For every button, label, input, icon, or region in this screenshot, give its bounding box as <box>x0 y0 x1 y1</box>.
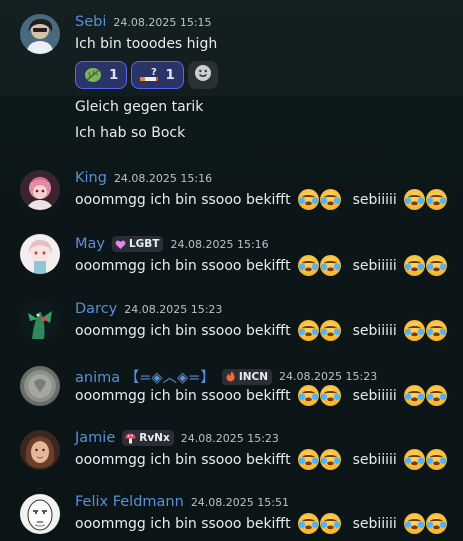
loudly-crying-face-icon <box>403 513 425 534</box>
loudly-crying-face-icon <box>425 385 447 406</box>
message-sebi[interactable]: Sebi 24.08.2025 15:15 Ich bin tooodes hi… <box>0 0 463 96</box>
guild-tag[interactable]: RvNx <box>122 430 174 446</box>
loudly-crying-face-icon <box>319 189 341 210</box>
avatar-may[interactable] <box>20 234 60 274</box>
loudly-crying-face-icon <box>319 513 341 534</box>
username[interactable]: King <box>75 170 107 186</box>
loudly-crying-face-icon <box>425 320 447 341</box>
message-king[interactable]: King 24.08.2025 15:16 ooommgg ich bin ss… <box>0 168 463 218</box>
loudly-crying-face-icon <box>297 189 319 210</box>
loudly-crying-face-icon <box>403 449 425 470</box>
message-may[interactable]: May LGBT 24.08.2025 15:16 ooommgg ich bi… <box>0 234 463 284</box>
username[interactable]: Felix Feldmann <box>75 494 184 510</box>
message-sebi-cont-2[interactable]: Ich hab so Bock <box>0 122 463 146</box>
message-text: Gleich gegen tarik <box>75 99 204 115</box>
loudly-crying-face-icon <box>425 189 447 210</box>
message-sebi-cont-1[interactable]: Gleich gegen tarik <box>0 96 463 120</box>
message-felix[interactable]: Felix Feldmann 24.08.2025 15:51 ooommgg … <box>0 491 463 541</box>
message-text-part: sebiiiii <box>352 257 397 274</box>
avatar-anima[interactable] <box>20 366 60 406</box>
message-text: Ich hab so Bock <box>75 125 186 141</box>
flame-icon <box>225 371 236 382</box>
loudly-crying-face-icon <box>297 449 319 470</box>
message-text: ooommgg ich bin ssooo bekifft sebiiiii <box>75 255 447 276</box>
loudly-crying-face-icon <box>319 449 341 470</box>
reaction-count: 1 <box>165 67 175 83</box>
loudly-crying-face-icon <box>297 255 319 276</box>
timestamp: 24.08.2025 15:23 <box>180 431 279 445</box>
loudly-crying-face-icon <box>425 255 447 276</box>
avatar-jamie[interactable] <box>20 430 60 470</box>
loudly-crying-face-icon <box>319 320 341 341</box>
timestamp: 24.08.2025 15:23 <box>124 302 223 316</box>
loudly-crying-face-icon <box>319 385 341 406</box>
message-text-part: sebiiiii <box>352 191 397 208</box>
timestamp: 24.08.2025 15:16 <box>113 171 213 185</box>
message-text: ooommgg ich bin ssooo bekifft sebiiiii <box>75 189 447 210</box>
avatar-darcy[interactable] <box>20 301 60 341</box>
message-text: ooommgg ich bin ssooo bekifft sebiiiii <box>75 449 447 470</box>
loudly-crying-face-icon <box>425 449 447 470</box>
guild-tag[interactable]: INCN <box>221 368 273 385</box>
timestamp: 24.08.2025 15:23 <box>279 370 378 383</box>
message-text: Ich bin tooodes high <box>75 36 218 52</box>
loudly-crying-face-icon <box>297 385 319 406</box>
timestamp: 24.08.2025 15:16 <box>170 237 269 251</box>
timestamp: 24.08.2025 15:15 <box>113 15 212 29</box>
cigarette-question-icon: ? <box>139 66 159 84</box>
message-text-part: sebiiiii <box>352 322 397 339</box>
message-text: ooommgg ich bin ssooo bekifft sebiiiii <box>75 320 447 341</box>
message-text-part: ooommgg ich bin ssooo bekifft <box>75 322 291 339</box>
message-text-part: sebiiiii <box>352 451 397 468</box>
username[interactable]: anima 【=◈︿◈=】 <box>75 366 215 387</box>
add-reaction-button[interactable] <box>187 61 218 89</box>
reaction-herb[interactable]: 1 <box>75 61 128 89</box>
loudly-crying-face-icon <box>425 513 447 534</box>
loudly-crying-face-icon <box>297 320 319 341</box>
username[interactable]: Darcy <box>75 301 117 317</box>
message-darcy[interactable]: Darcy 24.08.2025 15:23 ooommgg ich bin s… <box>0 299 463 349</box>
username[interactable]: Jamie <box>75 430 115 446</box>
message-jamie[interactable]: Jamie RvNx 24.08.2025 15:23 ooommgg ich … <box>0 428 463 478</box>
username[interactable]: Sebi <box>75 14 106 30</box>
loudly-crying-face-icon <box>319 255 341 276</box>
reaction-cigarette[interactable]: ? 1 <box>131 61 184 89</box>
message-text-part: ooommgg ich bin ssooo bekifft <box>75 451 291 468</box>
message-text-part: sebiiiii <box>352 387 397 404</box>
guild-tag-label: LGBT <box>128 238 160 250</box>
message-text: ooommgg ich bin ssooo bekifft sebiiiii <box>75 513 447 534</box>
reaction-count: 1 <box>109 67 119 83</box>
loudly-crying-face-icon <box>297 513 319 534</box>
loudly-crying-face-icon <box>403 255 425 276</box>
message-text-part: ooommgg ich bin ssooo bekifft <box>75 257 291 274</box>
loudly-crying-face-icon <box>403 189 425 210</box>
message-text-part: ooommgg ich bin ssooo bekifft <box>75 515 291 532</box>
avatar-sebi[interactable] <box>20 14 60 54</box>
svg-text:?: ? <box>151 67 157 78</box>
avatar-king[interactable] <box>20 170 60 210</box>
guild-tag[interactable]: LGBT <box>111 236 164 252</box>
heart-icon <box>115 239 126 250</box>
mushroom-icon <box>125 433 136 444</box>
loudly-crying-face-icon <box>403 385 425 406</box>
message-text-part: sebiiiii <box>352 515 397 532</box>
message-text-part: ooommgg ich bin ssooo bekifft <box>75 191 291 208</box>
guild-tag-label: INCN <box>238 370 269 383</box>
smiley-icon <box>194 64 212 86</box>
guild-tag-label: RvNx <box>139 432 170 444</box>
message-anima[interactable]: anima 【=◈︿◈=】 INCN 24.08.2025 15:23 ooom… <box>0 364 463 414</box>
loudly-crying-face-icon <box>403 320 425 341</box>
message-text-part: ooommgg ich bin ssooo bekifft <box>75 387 291 404</box>
avatar-felix[interactable] <box>20 494 60 534</box>
username[interactable]: May <box>75 236 105 252</box>
herb-leaf-icon <box>83 66 103 84</box>
message-text: ooommgg ich bin ssooo bekifft sebiiiii <box>75 385 447 406</box>
reaction-bar: 1 ? 1 <box>75 61 218 89</box>
timestamp: 24.08.2025 15:51 <box>190 495 289 509</box>
